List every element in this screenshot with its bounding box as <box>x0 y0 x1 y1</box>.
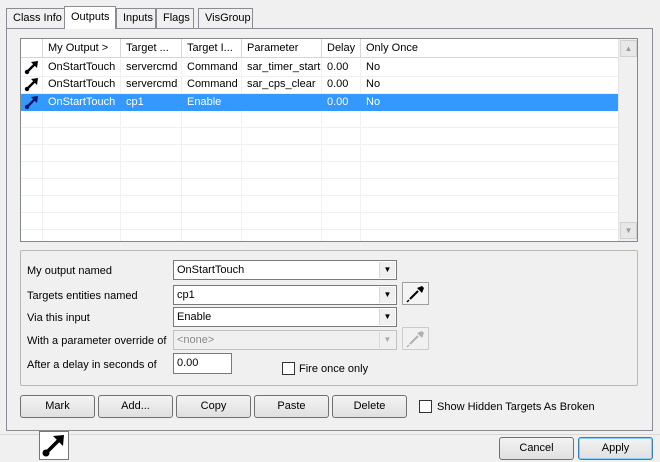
list-header: My Output > Target ... Target I... Param… <box>21 39 637 58</box>
delay-label: After a delay in seconds of <box>27 359 157 371</box>
cancel-button[interactable]: Cancel <box>499 437 574 460</box>
paste-button[interactable]: Paste <box>254 395 329 418</box>
cell-input: Command <box>187 61 238 73</box>
entity-icon <box>39 431 69 460</box>
cell-target: cp1 <box>126 96 144 108</box>
tab-flags[interactable]: Flags <box>156 8 194 28</box>
parameter-override-label: With a parameter override of <box>27 335 167 347</box>
target-entities-value: cp1 <box>177 289 195 301</box>
fire-once-label: Fire once only <box>299 363 369 375</box>
mark-button[interactable]: Mark <box>20 395 95 418</box>
list-scrollbar[interactable]: ▲ ▼ <box>618 39 637 241</box>
scroll-up-button[interactable]: ▲ <box>620 40 637 57</box>
via-input-label: Via this input <box>27 312 90 324</box>
cell-input: Enable <box>187 96 222 108</box>
cell-once: No <box>366 61 381 73</box>
delay-input-value: 0.00 <box>177 357 199 369</box>
chevron-down-icon[interactable]: ▼ <box>379 332 395 348</box>
cell-input: Command <box>187 78 238 90</box>
cell-delay: 0.00 <box>327 61 349 73</box>
copy-button[interactable]: Copy <box>176 395 251 418</box>
column-target-entity[interactable]: Target ... <box>121 39 182 58</box>
output-named-value: OnStartTouch <box>177 264 245 276</box>
chevron-down-icon[interactable]: ▼ <box>379 309 395 325</box>
cell-delay: 0.00 <box>327 96 349 108</box>
table-row[interactable]: OnStartTouch servercmd Command sar_cps_c… <box>21 76 618 93</box>
cell-output: OnStartTouch <box>48 61 116 73</box>
output-arrow-icon <box>24 61 38 75</box>
tab-class-info[interactable]: Class Info <box>6 8 65 28</box>
cell-once: No <box>366 78 381 90</box>
tab-visgroup[interactable]: VisGroup <box>198 8 253 28</box>
column-delay[interactable]: Delay <box>322 39 361 58</box>
show-hidden-checkbox[interactable] <box>419 400 432 413</box>
output-named-combo[interactable]: OnStartTouch ▼ <box>173 260 397 280</box>
tab-inputs[interactable]: Inputs <box>116 8 156 28</box>
table-row[interactable]: OnStartTouch servercmd Command sar_timer… <box>21 59 618 76</box>
eyedropper-button[interactable] <box>402 282 429 305</box>
chevron-down-icon[interactable]: ▼ <box>379 287 395 303</box>
eyedropper-icon <box>406 286 424 303</box>
eyedropper-icon <box>406 331 424 348</box>
eyedropper-button-disabled[interactable] <box>402 327 429 350</box>
parameter-override-value: <none> <box>177 334 215 346</box>
delay-input[interactable]: 0.00 <box>173 353 232 374</box>
target-entities-combo[interactable]: cp1 ▼ <box>173 285 397 305</box>
column-parameter[interactable]: Parameter <box>242 39 322 58</box>
show-hidden-label: Show Hidden Targets As Broken <box>437 401 595 413</box>
via-input-combo[interactable]: Enable ▼ <box>173 307 397 327</box>
add-button[interactable]: Add... <box>98 395 173 418</box>
cell-parameter: sar_cps_clear <box>247 78 316 90</box>
output-arrow-icon <box>24 96 38 110</box>
column-only-once[interactable]: Only Once <box>361 39 618 58</box>
cell-target: servercmd <box>126 78 178 90</box>
target-entities-label: Targets entities named <box>27 290 138 302</box>
cell-target: servercmd <box>126 61 178 73</box>
cell-output: OnStartTouch <box>48 78 116 90</box>
cell-parameter <box>242 94 322 111</box>
output-arrow-icon <box>24 78 38 92</box>
column-target-input[interactable]: Target I... <box>182 39 242 58</box>
via-input-value: Enable <box>177 311 212 323</box>
cell-output: OnStartTouch <box>48 96 116 108</box>
cell-parameter: sar_timer_start <box>247 61 321 73</box>
outputs-list[interactable]: My Output > Target ... Target I... Param… <box>20 38 638 242</box>
cell-once: No <box>366 96 381 108</box>
parameter-override-combo[interactable]: <none> ▼ <box>173 330 397 350</box>
chevron-down-icon[interactable]: ▼ <box>379 262 395 278</box>
fire-once-checkbox[interactable] <box>282 362 295 375</box>
footer-divider <box>0 434 660 435</box>
output-named-label: My output named <box>27 265 112 277</box>
column-my-output[interactable]: My Output > <box>43 39 121 58</box>
apply-button[interactable]: Apply <box>578 437 653 460</box>
scroll-down-button[interactable]: ▼ <box>620 222 637 239</box>
table-row-selected[interactable]: OnStartTouch cp1 Enable 0.00 No <box>21 94 618 111</box>
delete-button[interactable]: Delete <box>332 395 407 418</box>
cell-delay: 0.00 <box>327 78 349 90</box>
tab-outputs[interactable]: Outputs <box>64 6 116 29</box>
column-icon[interactable] <box>21 39 43 58</box>
output-arrow-icon <box>42 435 64 457</box>
